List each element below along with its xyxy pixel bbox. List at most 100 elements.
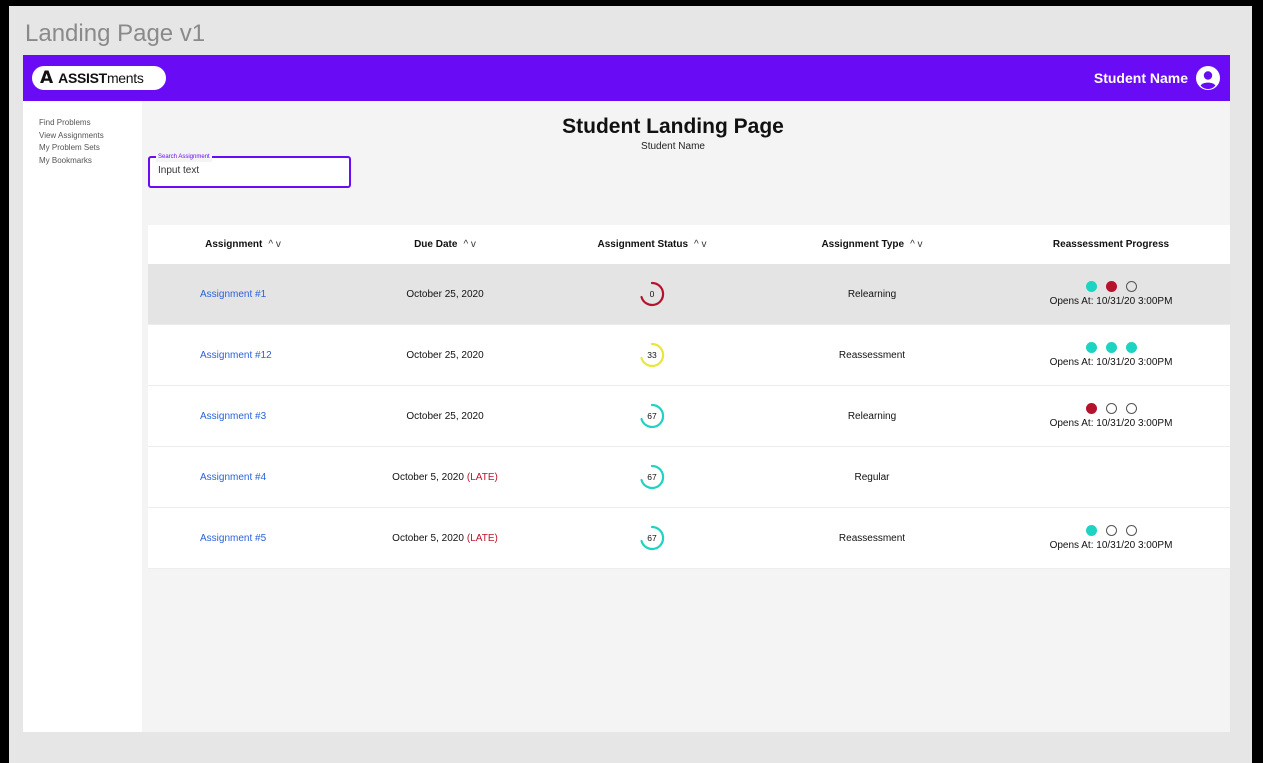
user-menu[interactable]: Student Name <box>1094 66 1220 90</box>
assignment-link[interactable]: Assignment #4 <box>148 447 338 507</box>
logo-text-strong: ASSIST <box>58 70 107 86</box>
table-body: Assignment #1 October 25, 2020 0 Relearning… <box>148 264 1230 569</box>
progress-dot-empty <box>1125 525 1137 536</box>
sidebar-item-my-problem-sets[interactable]: My Problem Sets <box>23 142 142 155</box>
assignment-status-cell: 67 <box>552 386 752 446</box>
assignment-type: Reassessment <box>838 349 906 361</box>
opens-at-text: Opens At: 10/31/20 3:00PM <box>1049 296 1173 307</box>
progress-dot-empty <box>1125 403 1137 414</box>
reassessment-progress-cell: Opens At: 10/31/20 3:00PM <box>992 325 1230 385</box>
assignment-link[interactable]: Assignment #3 <box>148 386 338 446</box>
sidebar-item-view-assignments[interactable]: View Assignments <box>23 130 142 143</box>
status-ring-icon: 67 <box>640 464 665 490</box>
column-header-assignment[interactable]: Assignment ^ v <box>148 225 338 264</box>
reassessment-progress-cell: Opens At: 10/31/20 3:00PM <box>992 508 1230 568</box>
top-nav-bar: A ASSIST ments Student Name <box>23 55 1230 101</box>
logo-mark-icon: A <box>40 68 54 88</box>
sidebar-nav: Find Problems View Assignments My Problem … <box>23 101 142 167</box>
table-row[interactable]: Assignment #12 October 25, 2020 33 Reassess… <box>148 325 1230 386</box>
assignment-status-cell: 67 <box>552 508 752 568</box>
sidebar-item-my-bookmarks[interactable]: My Bookmarks <box>23 155 142 168</box>
user-name: Student Name <box>1093 70 1188 86</box>
sort-toggle-icon[interactable]: ^ v <box>463 239 475 250</box>
assignments-table: Assignment ^ v Due Date ^ v Assignment Statu… <box>148 225 1230 569</box>
column-header-label: Assignment Status <box>597 239 689 250</box>
due-date: October 25, 2020 <box>406 349 484 361</box>
sort-toggle-icon[interactable]: ^ v <box>694 239 706 250</box>
sort-toggle-icon[interactable]: ^ v <box>910 239 922 250</box>
user-circle-icon <box>1196 66 1220 90</box>
search-assignment-input[interactable] <box>158 165 338 176</box>
opens-at-text: Opens At: 10/31/20 3:00PM <box>1049 540 1173 551</box>
frame-title: Landing Page v1 <box>25 20 206 47</box>
late-badge: (LATE) <box>466 532 498 544</box>
late-badge: (LATE) <box>466 471 498 483</box>
assignment-link[interactable]: Assignment #12 <box>148 325 338 385</box>
progress-dot-teal <box>1085 525 1097 536</box>
progress-dot-teal <box>1125 342 1137 353</box>
progress-dots <box>1085 525 1137 536</box>
status-value: 67 <box>647 533 657 543</box>
due-date-cell: October 25, 2020 <box>338 325 552 385</box>
app-window: A ASSIST ments Student Name Find Problems… <box>23 55 1230 732</box>
table-row[interactable]: Assignment #1 October 25, 2020 0 Relearning… <box>148 264 1230 325</box>
progress-dots <box>1085 403 1137 414</box>
progress-dot-empty <box>1105 403 1117 414</box>
assignment-type: Relearning <box>847 410 897 422</box>
search-assignment-field[interactable]: Search Assignment <box>148 152 351 188</box>
sidebar: Find Problems View Assignments My Problem … <box>23 101 142 732</box>
frame-border-left <box>0 0 9 763</box>
column-header-label: Assignment <box>205 239 263 250</box>
column-header-label: Reassessment Progress <box>1052 239 1170 250</box>
progress-dot-red <box>1085 403 1097 414</box>
due-date-cell: October 5, 2020 (LATE) <box>338 508 552 568</box>
progress-dots <box>1085 342 1137 353</box>
column-header-due-date[interactable]: Due Date ^ v <box>338 225 552 264</box>
status-ring-icon: 33 <box>640 342 665 368</box>
status-value: 67 <box>647 472 657 482</box>
column-header-assignment-status[interactable]: Assignment Status ^ v <box>552 225 752 264</box>
progress-dot-teal <box>1085 342 1097 353</box>
opens-at-text: Opens At: 10/31/20 3:00PM <box>1049 418 1173 429</box>
logo-text-light: ments <box>106 70 144 86</box>
status-ring-icon: 0 <box>640 281 665 307</box>
assignment-status-cell: 33 <box>552 325 752 385</box>
table-header: Assignment ^ v Due Date ^ v Assignment Statu… <box>148 225 1230 264</box>
sidebar-item-find-problems[interactable]: Find Problems <box>23 117 142 130</box>
progress-dot-empty <box>1125 281 1137 292</box>
assignment-status-cell: 67 <box>552 447 752 507</box>
assistments-logo[interactable]: A ASSIST ments <box>32 66 166 90</box>
frame-border-right <box>1252 0 1263 763</box>
status-ring-icon: 67 <box>640 525 665 551</box>
table-row[interactable]: Assignment #4 October 5, 2020 (LATE) 67 Regu… <box>148 447 1230 508</box>
due-date-cell: October 25, 2020 <box>338 264 552 324</box>
due-date-cell: October 5, 2020 (LATE) <box>338 447 552 507</box>
progress-dot-teal <box>1085 281 1097 292</box>
progress-dot-empty <box>1105 525 1117 536</box>
page-subheading: Student Name <box>641 141 705 152</box>
progress-dot-red <box>1105 281 1117 292</box>
progress-dots <box>1085 281 1137 292</box>
column-header-label: Due Date <box>414 239 458 250</box>
column-header-assignment-type[interactable]: Assignment Type ^ v <box>752 225 992 264</box>
design-canvas: Landing Page v1 A ASSIST ments Student Na… <box>9 6 1252 763</box>
reassessment-progress-cell <box>992 447 1230 507</box>
table-row[interactable]: Assignment #5 October 5, 2020 (LATE) 67 Reas… <box>148 508 1230 569</box>
column-header-reassessment-progress: Reassessment Progress <box>992 225 1230 264</box>
due-date-cell: October 25, 2020 <box>338 386 552 446</box>
assignment-type: Relearning <box>847 288 897 300</box>
assignment-type: Regular <box>854 471 890 483</box>
table-row[interactable]: Assignment #3 October 25, 2020 67 Relearnin… <box>148 386 1230 447</box>
status-value: 0 <box>650 289 655 299</box>
page-heading: Student Landing Page <box>562 115 784 138</box>
assignment-link[interactable]: Assignment #1 <box>148 264 338 324</box>
opens-at-text: Opens At: 10/31/20 3:00PM <box>1049 357 1173 368</box>
sort-toggle-icon[interactable]: ^ v <box>268 239 280 250</box>
due-date: October 5, 2020 <box>392 532 464 544</box>
assignment-link[interactable]: Assignment #5 <box>148 508 338 568</box>
search-assignment-label: Search Assignment <box>156 152 212 162</box>
status-value: 67 <box>647 411 657 421</box>
due-date: October 25, 2020 <box>406 410 484 422</box>
due-date: October 5, 2020 <box>392 471 464 483</box>
assignment-type: Reassessment <box>838 532 906 544</box>
